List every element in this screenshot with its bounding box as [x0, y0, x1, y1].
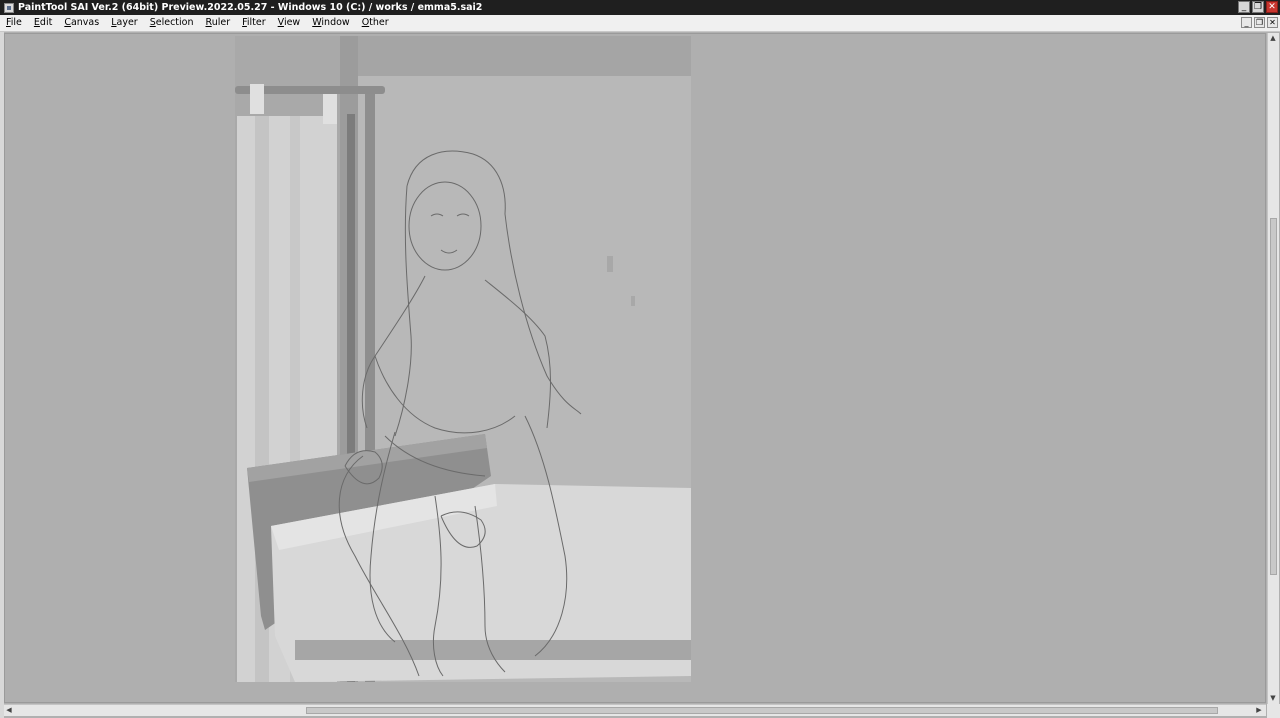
menu-layer[interactable]: Layer [105, 15, 144, 31]
document-controls: _ ❐ ✕ [1241, 17, 1278, 28]
menu-view[interactable]: View [272, 15, 307, 31]
scroll-right-icon[interactable]: ▶ [1254, 705, 1264, 715]
menu-window[interactable]: Window [306, 15, 355, 31]
vertical-scrollbar[interactable]: ▲ ▼ [1267, 33, 1279, 704]
menu-other[interactable]: Other [356, 15, 395, 31]
window-title: PaintTool SAI Ver.2 (64bit) Preview.2022… [18, 2, 483, 13]
close-button[interactable]: ✕ [1266, 1, 1278, 13]
document-restore-button[interactable]: ❐ [1254, 17, 1265, 28]
document-close-button[interactable]: ✕ [1267, 17, 1278, 28]
document-minimize-button[interactable]: _ [1241, 17, 1252, 28]
menu-canvas[interactable]: Canvas [58, 15, 105, 31]
scrollbar-corner [1267, 704, 1280, 718]
horizontal-scroll-thumb[interactable] [306, 707, 1218, 714]
minimize-button[interactable]: _ [1238, 1, 1250, 13]
title-bar: PaintTool SAI Ver.2 (64bit) Preview.2022… [0, 0, 1280, 15]
window-controls: _ ❐ ✕ [1238, 1, 1278, 13]
scroll-down-icon[interactable]: ▼ [1268, 693, 1278, 703]
scroll-left-icon[interactable]: ◀ [4, 705, 14, 715]
menu-ruler[interactable]: Ruler [200, 15, 237, 31]
menu-edit[interactable]: Edit [28, 15, 58, 31]
canvas-image[interactable] [235, 36, 691, 682]
horizontal-scrollbar[interactable]: ◀ ▶ [4, 704, 1266, 716]
maximize-button[interactable]: ❐ [1252, 1, 1264, 13]
scroll-up-icon[interactable]: ▲ [1268, 33, 1278, 43]
app-icon[interactable] [4, 2, 14, 13]
menu-filter[interactable]: Filter [236, 15, 272, 31]
menu-selection[interactable]: Selection [144, 15, 200, 31]
menu-bar: File Edit Canvas Layer Selection Ruler F… [0, 15, 1280, 32]
vertical-scroll-thumb[interactable] [1270, 218, 1277, 575]
menu-file[interactable]: File [0, 15, 28, 31]
